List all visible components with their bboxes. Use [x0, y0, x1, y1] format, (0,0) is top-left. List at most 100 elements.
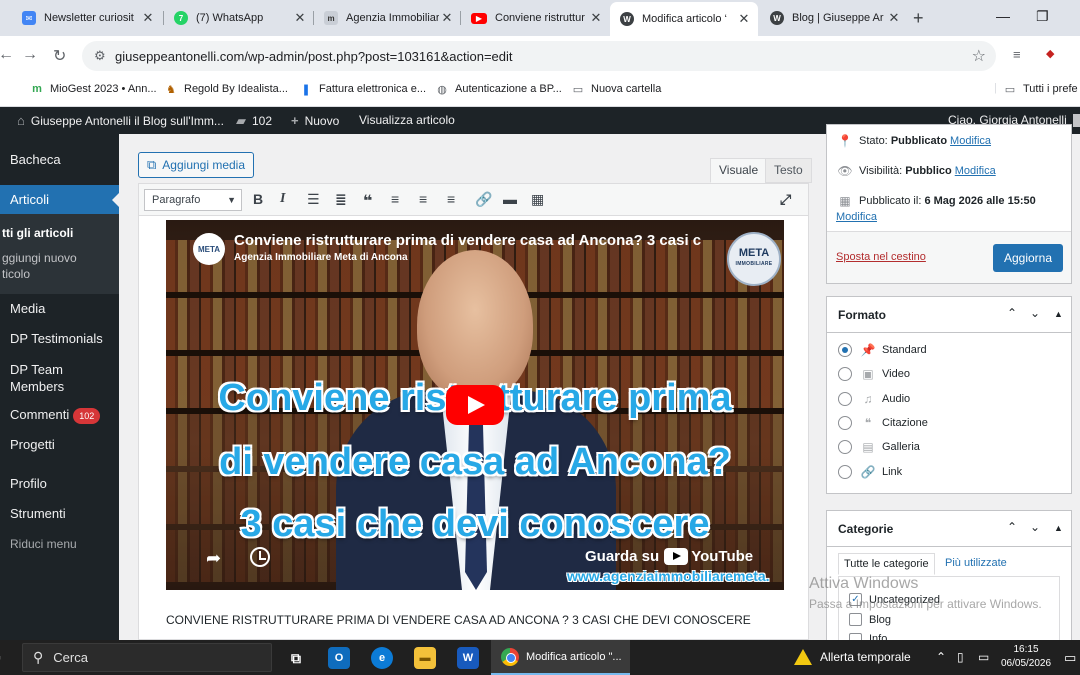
- close-icon[interactable]: ✕: [736, 11, 752, 27]
- admin-bar-site[interactable]: ⌂ Giuseppe Antonelli il Blog sull'Imm...: [17, 113, 224, 128]
- bookmark-fattura[interactable]: ❚ Fattura elettronica e...: [299, 82, 426, 96]
- bullet-list-icon[interactable]: ☰: [307, 191, 320, 208]
- edit-date-link[interactable]: Modifica: [836, 211, 877, 223]
- update-button[interactable]: Aggiorna: [993, 244, 1063, 272]
- sidebar-item-strumenti[interactable]: Strumenti: [0, 506, 119, 521]
- blockquote-icon[interactable]: ❝: [363, 191, 372, 211]
- post-body-text[interactable]: CONVIENE RISTRUTTURARE PRIMA DI VENDERE …: [166, 613, 751, 627]
- edit-visibility-link[interactable]: Modifica: [955, 165, 996, 177]
- site-settings-icon[interactable]: ⚙: [94, 48, 106, 64]
- format-option-video[interactable]: ▣ Video: [838, 367, 910, 381]
- new-tab-button[interactable]: +: [913, 8, 924, 29]
- fullscreen-icon[interactable]: ⤢: [780, 191, 791, 208]
- numbered-list-icon[interactable]: ≣: [335, 191, 347, 208]
- browser-tab-youtube[interactable]: ▶ Conviene ristruttur ✕: [461, 4, 610, 32]
- close-icon[interactable]: ✕: [886, 10, 902, 26]
- weather-alert[interactable]: Allerta temporale: [794, 649, 911, 665]
- windows-start-icon[interactable]: ▪: [0, 649, 1, 665]
- notification-icon[interactable]: ▭: [1064, 650, 1076, 666]
- italic-icon[interactable]: I: [280, 191, 285, 207]
- format-option-standard[interactable]: 📌 Standard: [838, 343, 927, 357]
- sidebar-item-testimonials[interactable]: DP Testimonials: [0, 331, 119, 346]
- reading-list-icon[interactable]: ≡: [1013, 47, 1021, 62]
- align-right-icon[interactable]: ≡: [447, 191, 455, 207]
- taskbar-chrome-window[interactable]: Modifica articolo "...: [491, 640, 630, 675]
- sidebar-subitem-add-new[interactable]: ggiungi nuovo ticolo: [0, 250, 115, 282]
- video-title[interactable]: Conviene ristrutturare prima di vendere …: [234, 232, 754, 249]
- edge-icon[interactable]: e: [371, 647, 393, 669]
- tab-all-categories[interactable]: Tutte le categorie: [838, 553, 935, 575]
- link-icon[interactable]: 🔗: [475, 191, 492, 208]
- share-icon[interactable]: ➦: [206, 548, 221, 569]
- toggle-panel-icon[interactable]: ▲: [1054, 523, 1063, 533]
- category-blog[interactable]: Blog: [849, 613, 891, 626]
- close-icon[interactable]: ✕: [292, 10, 308, 26]
- browser-tab-newsletter[interactable]: ✉ Newsletter curiosit ✕: [12, 4, 162, 32]
- bookmark-other[interactable]: ▭ Tutti i prefe: [1003, 82, 1078, 96]
- admin-bar-view-post[interactable]: Visualizza articolo: [359, 113, 455, 127]
- sidebar-item-team-members[interactable]: DP Team Members: [0, 361, 119, 395]
- minimize-icon[interactable]: —: [996, 8, 1010, 24]
- bold-icon[interactable]: B: [253, 191, 263, 207]
- move-up-icon[interactable]: ⌃: [1007, 306, 1017, 320]
- word-icon[interactable]: W: [457, 647, 479, 669]
- close-icon[interactable]: ✕: [140, 10, 156, 26]
- bookmark-regold[interactable]: ♞ Regold By Idealista...: [164, 82, 288, 96]
- sidebar-item-commenti[interactable]: Commenti 102: [0, 407, 119, 424]
- outlook-icon[interactable]: O: [328, 647, 350, 669]
- channel-logo[interactable]: META: [193, 233, 225, 265]
- close-icon[interactable]: ✕: [588, 10, 604, 26]
- sidebar-item-progetti[interactable]: Progetti: [0, 437, 119, 452]
- move-down-icon[interactable]: ⌄: [1030, 306, 1040, 320]
- battery-icon[interactable]: ▯: [957, 650, 964, 664]
- edit-status-link[interactable]: Modifica: [950, 135, 991, 147]
- move-to-trash-link[interactable]: Sposta nel cestino: [836, 251, 926, 263]
- bookmark-nuova-cartella[interactable]: ▭ Nuova cartella: [571, 82, 662, 96]
- extension-icon[interactable]: ◆: [1046, 47, 1054, 60]
- bookmark-autenticazione[interactable]: ◍ Autenticazione a BP...: [435, 82, 562, 96]
- format-option-galleria[interactable]: ▤ Galleria: [838, 440, 920, 454]
- format-option-link[interactable]: 🔗 Link: [838, 465, 902, 479]
- align-left-icon[interactable]: ≡: [391, 191, 399, 207]
- move-down-icon[interactable]: ⌄: [1030, 520, 1040, 534]
- admin-bar-comments[interactable]: ▰ 102: [236, 113, 272, 129]
- task-view-icon[interactable]: ⧉: [285, 647, 307, 669]
- sidebar-item-media[interactable]: Media: [0, 301, 119, 316]
- sidebar-collapse-menu[interactable]: Riduci menu: [0, 537, 119, 551]
- close-icon[interactable]: ✕: [439, 10, 455, 26]
- watch-on-youtube[interactable]: Guarda su YouTube: [585, 548, 753, 565]
- admin-bar-new[interactable]: + Nuovo: [291, 113, 339, 128]
- chevron-up-icon[interactable]: ⌃: [936, 650, 946, 664]
- format-select[interactable]: Paragrafo ▼: [144, 189, 242, 211]
- reload-icon[interactable]: ↻: [53, 46, 66, 66]
- network-icon[interactable]: ▭: [978, 650, 989, 664]
- taskbar-search[interactable]: ⚲ Cerca: [22, 643, 272, 672]
- taskbar-clock[interactable]: 16:15 06/05/2026: [1001, 643, 1051, 671]
- tab-visual[interactable]: Visuale: [710, 158, 768, 183]
- back-arrow-icon[interactable]: ←: [0, 46, 14, 64]
- browser-tab-modifica-articolo[interactable]: W Modifica articolo ‘ ✕: [610, 2, 758, 36]
- format-option-citazione[interactable]: ❝ Citazione: [838, 416, 928, 430]
- restore-icon[interactable]: ❐: [1036, 8, 1049, 25]
- editor-content-area[interactable]: META Conviene ristrutturare prima di ven…: [138, 216, 809, 640]
- tab-text[interactable]: Testo: [765, 158, 812, 183]
- play-button[interactable]: [446, 385, 504, 425]
- toggle-panel-icon[interactable]: ▲: [1054, 309, 1063, 319]
- browser-tab-blog[interactable]: W Blog | Giuseppe Ar ✕: [760, 4, 908, 32]
- sidebar-item-articoli[interactable]: Articoli: [0, 185, 119, 215]
- sidebar-item-bacheca[interactable]: Bacheca: [0, 152, 119, 167]
- youtube-embed[interactable]: META Conviene ristrutturare prima di ven…: [166, 220, 784, 590]
- tab-most-used[interactable]: Più utilizzate: [940, 553, 1012, 573]
- read-more-icon[interactable]: ▬: [503, 191, 517, 207]
- watch-later-icon[interactable]: [250, 547, 270, 567]
- align-center-icon[interactable]: ≡: [419, 191, 427, 207]
- browser-tab-agenzia[interactable]: m Agenzia Immobiliare ✕: [314, 4, 461, 32]
- sidebar-subitem-all-posts[interactable]: tti gli articoli: [0, 225, 115, 241]
- toolbar-toggle-icon[interactable]: ▦: [531, 191, 544, 208]
- bookmark-star-icon[interactable]: ☆: [972, 46, 986, 66]
- add-media-button[interactable]: ⧉ Aggiungi media: [138, 152, 255, 178]
- format-option-audio[interactable]: ♫ Audio: [838, 392, 910, 406]
- apps-icon[interactable]: ⁞: [0, 80, 1, 95]
- browser-tab-whatsapp[interactable]: 7 (7) WhatsApp ✕: [164, 4, 314, 32]
- url-bar[interactable]: ⚙ giuseppeantonelli.com/wp-admin/post.ph…: [82, 41, 996, 71]
